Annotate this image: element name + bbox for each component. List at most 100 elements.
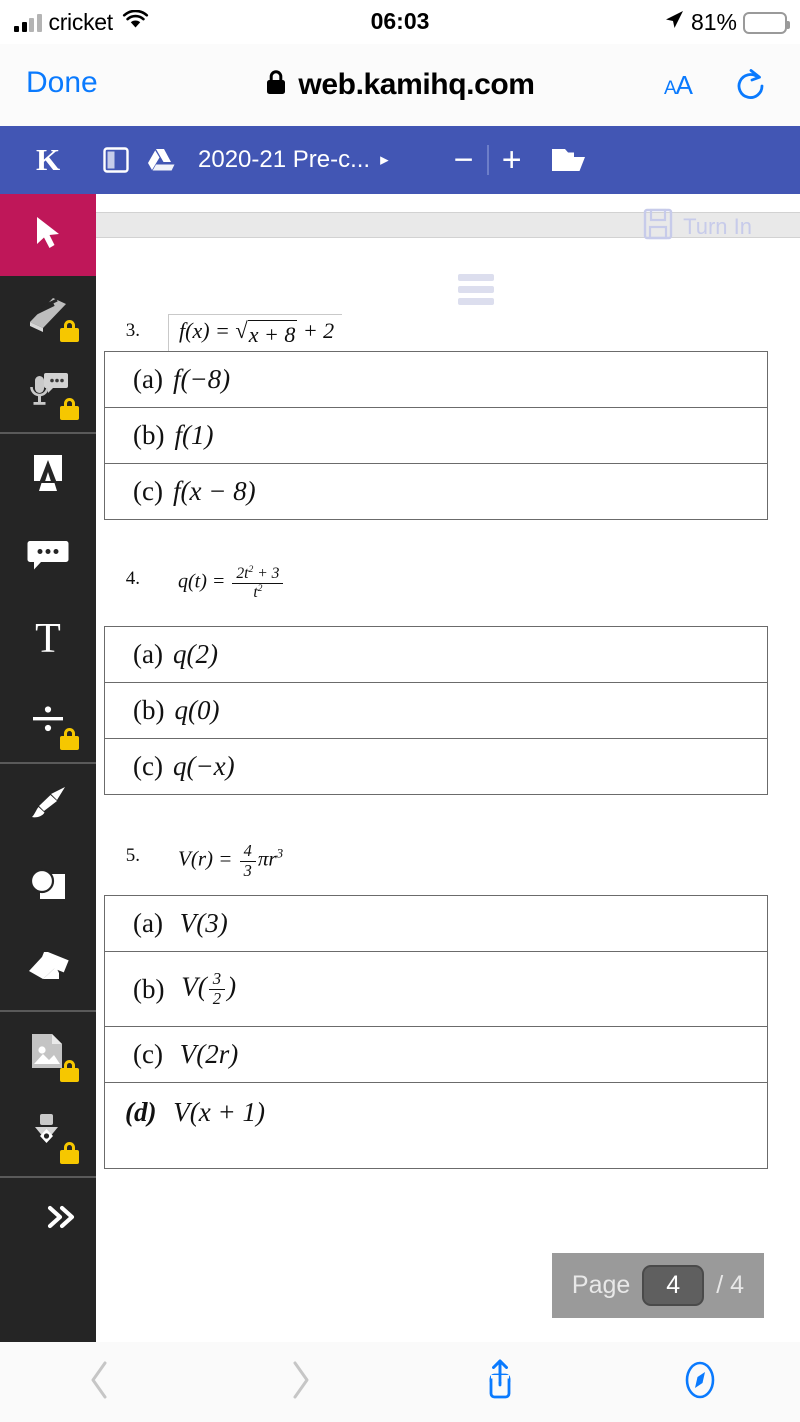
battery-icon	[743, 11, 790, 34]
shapes-icon	[27, 867, 69, 908]
sidebar-item-eraser-tool[interactable]	[0, 928, 96, 1010]
text-size-button[interactable]: AAAA	[664, 70, 693, 101]
google-drive-icon[interactable]	[136, 146, 184, 174]
status-right-group: 81%	[663, 9, 790, 36]
sidebar-item-shapes-tool[interactable]	[0, 846, 96, 928]
question-number: 5.	[125, 845, 140, 867]
safari-navigation-bar: Done web.kamihq.com AAAA	[0, 44, 800, 126]
screen: cricket 06:03 81% Done web.kamihq.com AA…	[0, 0, 800, 1422]
page-label: Page	[571, 1271, 631, 1299]
share-button[interactable]	[400, 1357, 600, 1408]
battery-percent-label: 81%	[690, 9, 737, 35]
cursor-arrow-icon	[31, 214, 65, 257]
question-heading: 5. V(r) = 4 3 πr3	[96, 839, 800, 883]
question-block-4: 4. q(t) = 2t2 + 3 t2 (a) q(2) (b) q(0) (c…	[96, 562, 800, 796]
answer-row[interactable]: (c) q(−x)	[104, 738, 768, 796]
part-label: (a)	[133, 639, 163, 670]
question-expression: q(t) = 2t2 + 3 t2	[168, 562, 293, 604]
sidebar-item-select-tool[interactable]	[0, 194, 96, 276]
tool-sidebar: T	[0, 194, 96, 1384]
forward-button[interactable]	[200, 1358, 400, 1407]
text-t-icon: T	[35, 616, 61, 662]
reload-button[interactable]	[734, 68, 768, 109]
lock-icon	[265, 69, 287, 101]
location-arrow-icon	[663, 9, 685, 36]
zoom-out-button[interactable]: −	[441, 143, 487, 177]
part-label: (c)	[133, 476, 163, 506]
part-label: (b)	[133, 695, 165, 726]
answer-row[interactable]: (c) f(x − 8)	[104, 463, 768, 520]
part-label: (b)	[133, 420, 165, 450]
highlight-a-icon	[30, 453, 66, 498]
forward-icon	[287, 1358, 313, 1407]
sidebar-item-highlight-tool[interactable]	[0, 434, 96, 516]
part-expression: q(−x)	[172, 751, 235, 782]
question-heading: 3. f(x) = √ x + 8 + 2	[96, 314, 800, 351]
lock-icon	[60, 398, 79, 420]
answer-row[interactable]: (a) V(3)	[104, 894, 768, 951]
url-text: web.kamihq.com	[298, 68, 535, 101]
sidebar-item-voice-comment-tool[interactable]	[0, 354, 96, 432]
part-expression: f(−8)	[172, 364, 231, 394]
part-label: (c)	[133, 1039, 163, 1070]
part-expression: V(x + 1)	[166, 1097, 265, 1128]
back-button[interactable]	[0, 1358, 200, 1407]
worksheet: 3. f(x) = √ x + 8 + 2 (a) f(−8) (b) f(1) …	[96, 314, 800, 1175]
part-expression: V(3)	[172, 907, 228, 938]
share-icon	[483, 1357, 517, 1408]
turn-in-button[interactable]: Turn In	[643, 208, 752, 246]
answer-row[interactable]: (c) V(2r)	[104, 1026, 768, 1083]
turn-in-label: Turn In	[683, 214, 752, 239]
question-number: 3.	[125, 320, 140, 341]
zoom-in-button[interactable]: +	[489, 143, 535, 177]
document-viewer[interactable]: Turn In 3. f(x) = √x + 8 + 2 (a) f(−8)	[96, 194, 800, 1342]
sidebar-expand-toolbar-button[interactable]	[0, 1178, 96, 1260]
kami-logo[interactable]: K	[0, 142, 96, 178]
part-expression: q(0)	[174, 695, 220, 726]
sidebar-item-text-tool[interactable]: T	[0, 598, 96, 680]
part-label: (c)	[133, 751, 163, 782]
answer-row[interactable]: (b) q(0)	[104, 682, 768, 739]
answer-row[interactable]: (d) V(x + 1)	[104, 1082, 768, 1170]
page-indicator[interactable]: Page 4 / 4	[551, 1253, 764, 1318]
answer-row[interactable]: (a) q(2)	[104, 626, 768, 683]
question-expression: f(x) = √ x + 8 + 2	[168, 314, 343, 351]
answer-row[interactable]: (b) V(3 2)	[104, 950, 768, 1027]
document-title[interactable]: 2020-21 Pre-c...	[198, 146, 370, 174]
part-label: (a)	[133, 364, 163, 394]
sidebar-item-draw-tool[interactable]	[0, 764, 96, 846]
comment-bubble-icon	[27, 538, 69, 577]
question-expression: V(r) = 4 3 πr3	[178, 841, 284, 880]
page-total-label: / 4	[716, 1271, 744, 1299]
folder-open-icon[interactable]	[535, 144, 605, 176]
answer-row[interactable]: (b) f(1)	[104, 407, 768, 463]
sidebar-item-comment-tool[interactable]	[0, 516, 96, 598]
sidebar-item-signature-tool[interactable]	[0, 1094, 96, 1176]
page-number-input[interactable]: 4	[642, 1265, 705, 1306]
question-block-5: 5. V(r) = 4 3 πr3 (a) V(3) (b) V(3 2) (c) V…	[96, 839, 800, 1170]
part-label: (b)	[133, 973, 165, 1004]
tabs-button[interactable]	[600, 1358, 800, 1407]
zoom-controls: − +	[441, 143, 535, 177]
question-block-3: 3. f(x) = √ x + 8 + 2 (a) f(−8) (b) f(1) …	[96, 314, 800, 520]
ios-status-bar: cricket 06:03 81%	[0, 0, 800, 44]
panel-toggle-icon[interactable]	[96, 146, 136, 174]
part-expression: q(2)	[172, 639, 218, 670]
sidebar-item-insert-image-tool[interactable]	[0, 1012, 96, 1094]
part-expression: V(3 2)	[174, 968, 237, 1008]
sidebar-item-equation-tool[interactable]	[0, 680, 96, 762]
lock-icon	[60, 320, 79, 342]
part-expression: f(x − 8)	[172, 476, 256, 506]
lock-icon	[60, 728, 79, 750]
save-disk-icon	[643, 208, 673, 246]
sidebar-item-read-aloud-tool[interactable]	[0, 276, 96, 354]
part-expression: V(2r)	[172, 1039, 239, 1070]
question-heading: 4. q(t) = 2t2 + 3 t2	[96, 562, 800, 604]
part-label: (d)	[125, 1097, 157, 1128]
chevron-double-right-icon	[44, 1202, 80, 1237]
hamburger-menu-icon[interactable]	[458, 274, 494, 305]
tabs-icon	[680, 1358, 720, 1407]
chevron-right-icon[interactable]: ▸	[380, 150, 389, 170]
eraser-icon	[26, 950, 70, 987]
answer-row[interactable]: (a) f(−8)	[104, 351, 768, 407]
